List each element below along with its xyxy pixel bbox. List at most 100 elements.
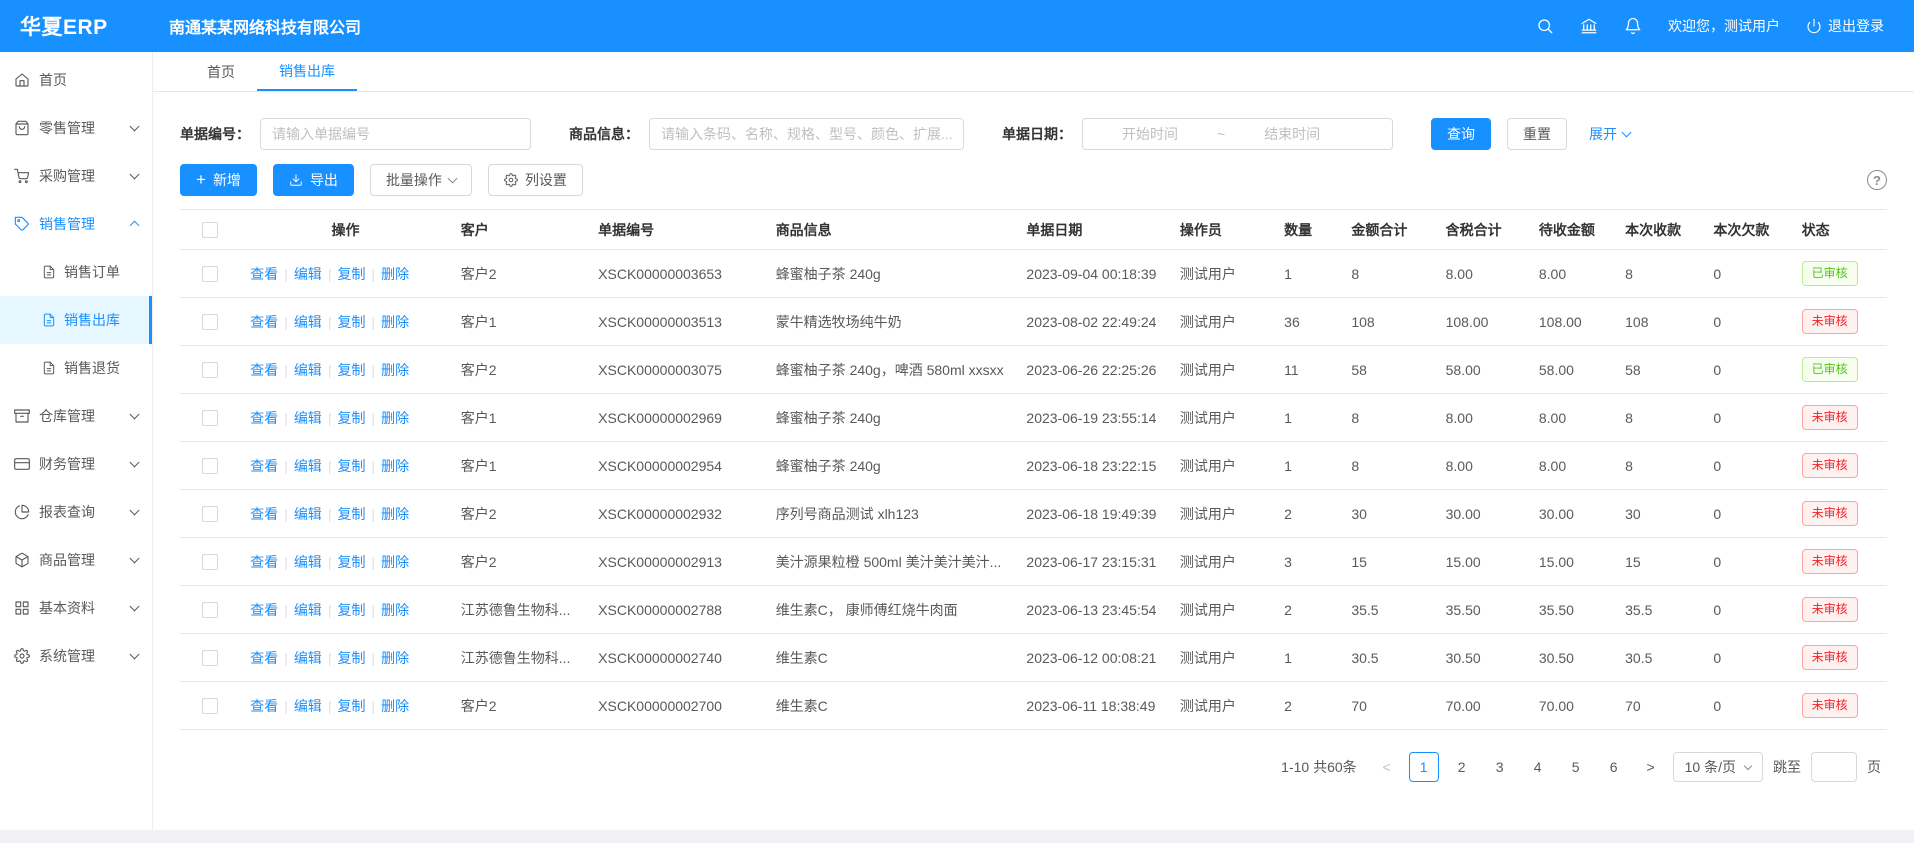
sidebar-subitem-sales-order[interactable]: 销售订单	[0, 248, 152, 296]
status-badge: 已审核	[1802, 357, 1858, 381]
row-checkbox[interactable]	[202, 698, 218, 714]
jump-page-input[interactable]	[1811, 752, 1857, 782]
row-checkbox[interactable]	[202, 266, 218, 282]
row-action-view[interactable]: 查看	[250, 554, 278, 570]
row-action-edit[interactable]: 编辑	[294, 458, 322, 474]
row-checkbox[interactable]	[202, 458, 218, 474]
page-button-3[interactable]: 3	[1485, 752, 1515, 782]
next-page-button[interactable]: >	[1639, 759, 1663, 775]
row-action-delete[interactable]: 删除	[381, 506, 409, 522]
row-action-edit[interactable]: 编辑	[294, 362, 322, 378]
sidebar-item-goods[interactable]: 商品管理	[0, 536, 152, 584]
row-action-edit[interactable]: 编辑	[294, 602, 322, 618]
bank-icon[interactable]	[1580, 17, 1598, 35]
row-action-copy[interactable]: 复制	[337, 266, 365, 282]
sidebar-item-purchase[interactable]: 采购管理	[0, 152, 152, 200]
notification-bell-icon[interactable]	[1624, 17, 1642, 35]
row-action-view[interactable]: 查看	[250, 266, 278, 282]
sidebar-item-home[interactable]: 首页	[0, 56, 152, 104]
row-action-view[interactable]: 查看	[250, 698, 278, 714]
cell-date: 2023-06-11 18:38:49	[1016, 682, 1169, 730]
row-action-edit[interactable]: 编辑	[294, 506, 322, 522]
row-action-delete[interactable]: 删除	[381, 410, 409, 426]
row-action-delete[interactable]: 删除	[381, 554, 409, 570]
sidebar-item-warehouse[interactable]: 仓库管理	[0, 392, 152, 440]
page-size-select[interactable]: 10 条/页	[1673, 752, 1763, 782]
sidebar-item-retail[interactable]: 零售管理	[0, 104, 152, 152]
date-range-picker[interactable]: ~	[1082, 118, 1393, 150]
product-info-input[interactable]	[649, 118, 964, 150]
expand-link[interactable]: 展开	[1589, 124, 1630, 144]
row-checkbox[interactable]	[202, 314, 218, 330]
sidebar-item-report[interactable]: 报表查询	[0, 488, 152, 536]
search-icon[interactable]	[1536, 17, 1554, 35]
row-checkbox[interactable]	[202, 650, 218, 666]
export-button[interactable]: 导出	[273, 164, 354, 196]
row-action-copy[interactable]: 复制	[337, 458, 365, 474]
row-action-view[interactable]: 查看	[250, 314, 278, 330]
row-action-delete[interactable]: 删除	[381, 314, 409, 330]
tab-sales-outbound[interactable]: 销售出库	[257, 52, 357, 91]
row-action-view[interactable]: 查看	[250, 362, 278, 378]
logout-button[interactable]: 退出登录	[1806, 16, 1884, 36]
start-date-input[interactable]	[1091, 126, 1209, 142]
select-all-checkbox[interactable]	[202, 222, 218, 238]
tab-home[interactable]: 首页	[185, 52, 257, 91]
row-action-edit[interactable]: 编辑	[294, 314, 322, 330]
row-action-copy[interactable]: 复制	[337, 602, 365, 618]
row-action-edit[interactable]: 编辑	[294, 650, 322, 666]
sidebar-subitem-sales-outbound[interactable]: 销售出库	[0, 296, 152, 344]
row-action-view[interactable]: 查看	[250, 602, 278, 618]
row-action-edit[interactable]: 编辑	[294, 410, 322, 426]
bill-no-input[interactable]	[260, 118, 531, 150]
cell-product: 维生素C	[766, 682, 1017, 730]
row-action-view[interactable]: 查看	[250, 506, 278, 522]
row-action-copy[interactable]: 复制	[337, 362, 365, 378]
sidebar-item-system[interactable]: 系统管理	[0, 632, 152, 680]
reset-button[interactable]: 重置	[1507, 118, 1567, 150]
row-action-edit[interactable]: 编辑	[294, 266, 322, 282]
row-action-delete[interactable]: 删除	[381, 458, 409, 474]
page-button-6[interactable]: 6	[1599, 752, 1629, 782]
sidebar-item-basic[interactable]: 基本资料	[0, 584, 152, 632]
row-action-delete[interactable]: 删除	[381, 266, 409, 282]
batch-operations-button[interactable]: 批量操作	[370, 164, 472, 196]
page-button-4[interactable]: 4	[1523, 752, 1553, 782]
row-action-copy[interactable]: 复制	[337, 554, 365, 570]
row-checkbox[interactable]	[202, 362, 218, 378]
sidebar-subitem-sales-return[interactable]: 销售退货	[0, 344, 152, 392]
row-action-copy[interactable]: 复制	[337, 650, 365, 666]
row-action-view[interactable]: 查看	[250, 410, 278, 426]
row-checkbox[interactable]	[202, 506, 218, 522]
row-checkbox[interactable]	[202, 410, 218, 426]
row-action-copy[interactable]: 复制	[337, 314, 365, 330]
row-checkbox[interactable]	[202, 602, 218, 618]
welcome-user-text[interactable]: 欢迎您，测试用户	[1668, 16, 1780, 36]
sidebar-item-label: 报表查询	[39, 502, 131, 522]
page-button-1[interactable]: 1	[1409, 752, 1439, 782]
end-date-input[interactable]	[1233, 126, 1351, 142]
help-icon[interactable]: ?	[1867, 170, 1887, 190]
row-action-delete[interactable]: 删除	[381, 362, 409, 378]
prev-page-button[interactable]: <	[1375, 759, 1399, 775]
sidebar-item-sales[interactable]: 销售管理	[0, 200, 152, 248]
row-action-view[interactable]: 查看	[250, 650, 278, 666]
page-button-2[interactable]: 2	[1447, 752, 1477, 782]
row-action-copy[interactable]: 复制	[337, 506, 365, 522]
row-action-copy[interactable]: 复制	[337, 410, 365, 426]
cell-tax-total: 8.00	[1436, 394, 1529, 442]
action-separator: |	[371, 314, 375, 330]
row-action-edit[interactable]: 编辑	[294, 698, 322, 714]
search-button[interactable]: 查询	[1431, 118, 1491, 150]
sidebar-item-finance[interactable]: 财务管理	[0, 440, 152, 488]
page-button-5[interactable]: 5	[1561, 752, 1591, 782]
row-action-delete[interactable]: 删除	[381, 602, 409, 618]
row-action-delete[interactable]: 删除	[381, 650, 409, 666]
row-action-copy[interactable]: 复制	[337, 698, 365, 714]
row-action-delete[interactable]: 删除	[381, 698, 409, 714]
row-action-edit[interactable]: 编辑	[294, 554, 322, 570]
add-button[interactable]: + 新增	[180, 164, 257, 196]
column-settings-button[interactable]: 列设置	[488, 164, 583, 196]
row-action-view[interactable]: 查看	[250, 458, 278, 474]
row-checkbox[interactable]	[202, 554, 218, 570]
